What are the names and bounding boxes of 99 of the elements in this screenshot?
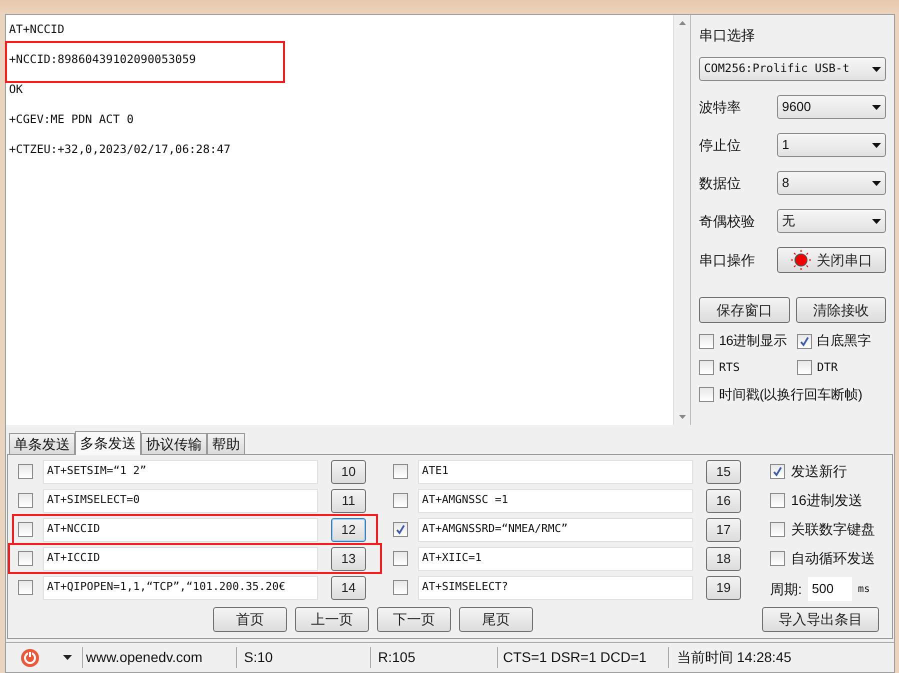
period-field[interactable]: 500 [808,577,852,601]
checkbox[interactable] [18,522,33,537]
checkbox[interactable] [699,334,714,349]
dropdown[interactable]: 8 [777,171,886,195]
option-label: 16进制发送 [791,491,863,510]
tab[interactable]: 协议传输 [141,433,207,454]
setting-label: 停止位 [699,136,742,154]
checkbox[interactable] [393,522,408,537]
receive-area[interactable]: AT+NCCID +NCCID:89860439102090053059 OK +CGEV:ME PDN ACT 0 +CTZEU:+32,0,2023/02/17,06:28:47 [6,15,691,425]
check-icon [395,524,406,535]
option-label: 发送新行 [791,462,847,481]
caret-icon [872,218,881,224]
unit-label: ms [858,582,870,596]
indicator-light-icon [790,250,810,270]
caret-icon[interactable] [63,655,72,660]
push-button[interactable]: 19 [706,576,741,600]
check-icon [772,466,783,477]
tab[interactable]: 单条发送 [9,433,75,454]
checkbox[interactable] [699,360,714,376]
command-field[interactable]: AT+XIIC=1 [418,546,693,570]
caret-icon [872,66,881,72]
tab[interactable]: 多条发送 [75,431,141,455]
checkbox[interactable] [797,360,812,376]
checkbox[interactable] [770,493,785,508]
caret-icon [872,104,881,110]
receive-line: +CTZEU:+32,0,2023/02/17,06:28:47 [9,142,231,156]
scroll-up-icon[interactable] [678,21,686,25]
power-icon[interactable] [20,648,40,668]
check-icon [799,336,810,347]
command-field[interactable]: AT+SIMSELECT=0 [43,488,318,512]
checkbox[interactable] [393,493,408,508]
push-button[interactable]: 保存窗口 [699,297,790,323]
checkbox[interactable] [18,551,33,566]
line-status: CTS=1 DSR=1 DCD=1 [497,647,668,668]
option-label: 白底黑字 [817,332,871,350]
option-label: 时间戳(以换行回车断帧) [719,386,862,404]
dropdown[interactable]: 1 [777,133,886,157]
command-field[interactable]: AT+NCCID [43,518,318,542]
dropdown[interactable]: COM256:Prolific USB-t [699,57,886,81]
tab[interactable]: 帮助 [207,433,245,454]
website-link[interactable]: www.openedv.com [82,647,236,668]
option-label: RTS [719,359,740,376]
checkbox[interactable] [393,551,408,566]
receive-line: +NCCID:89860439102090053059 [9,52,196,66]
setting-label: 数据位 [699,174,742,192]
scrollbar[interactable] [673,15,690,425]
receive-line: +CGEV:ME PDN ACT 0 [9,112,134,126]
checkbox[interactable] [770,551,785,566]
checkbox[interactable] [699,387,714,402]
setting-label: 波特率 [699,98,742,116]
push-button[interactable]: 17 [706,518,741,542]
option-label: 16进制显示 [719,332,788,350]
sent-count: S:10 [236,647,370,668]
current-time: 当前时间 14:28:45 [668,647,792,668]
command-field[interactable]: AT+SIMSELECT? [418,576,693,600]
push-button[interactable]: 首页 [213,607,287,632]
push-button[interactable]: 尾页 [459,607,533,632]
command-field[interactable]: AT+SETSIM=“1 2” [43,460,318,484]
checkbox[interactable] [770,522,785,537]
checkbox[interactable] [18,493,33,508]
checkbox[interactable] [18,580,33,595]
setting-label: 奇偶校验 [699,212,756,230]
push-button[interactable]: 清除接收 [796,297,886,323]
checkbox[interactable] [18,464,33,479]
received-count: R:105 [370,647,497,668]
command-field[interactable]: AT+AMGNSSC =1 [418,488,693,512]
push-button[interactable]: 11 [331,488,366,512]
command-field[interactable]: AT+ICCID [43,546,318,570]
receive-line: AT+NCCID [9,22,64,36]
push-button[interactable]: 14 [331,576,366,600]
command-field[interactable]: ATE1 [418,460,693,484]
push-button[interactable]: 13 [331,546,366,570]
push-button[interactable]: 16 [706,488,741,512]
push-button[interactable]: 关闭串口 [777,247,886,273]
operation-label: 串口操作 [699,250,756,270]
period-label: 周期: [770,580,802,598]
push-button[interactable]: 15 [706,460,741,484]
push-button[interactable]: 18 [706,546,741,570]
scroll-down-icon[interactable] [678,415,686,419]
checkbox[interactable] [393,464,408,479]
push-button[interactable]: 下一页 [377,607,451,632]
option-label: DTR [817,359,838,376]
push-button[interactable]: 10 [331,460,366,484]
option-label: 自动循环发送 [791,549,875,568]
option-label: 关联数字键盘 [791,520,875,539]
push-button[interactable]: 12 [331,518,366,542]
dropdown[interactable]: 9600 [777,95,886,119]
caret-icon [872,180,881,186]
checkbox[interactable] [393,580,408,595]
port-label: 串口选择 [699,26,756,45]
receive-line: OK [9,82,23,96]
checkbox[interactable] [770,464,785,479]
command-field[interactable]: AT+QIPOPEN=1,1,“TCP”,“101.200.35.20€ [43,576,318,600]
caret-icon [872,142,881,148]
command-field[interactable]: AT+AMGNSSRD=“NMEA/RMC” [418,518,693,542]
push-button[interactable]: 上一页 [295,607,369,632]
push-button[interactable]: 导入导出条目 [762,607,879,632]
dropdown[interactable]: 无 [777,209,886,233]
checkbox[interactable] [797,334,812,349]
